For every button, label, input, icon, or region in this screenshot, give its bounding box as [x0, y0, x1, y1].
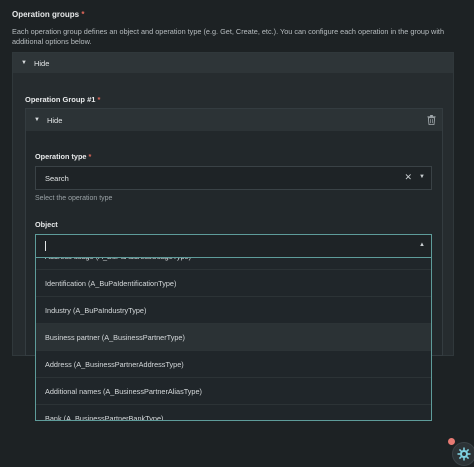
text-cursor	[45, 241, 46, 251]
required-mark: *	[81, 10, 85, 19]
object-option[interactable]: Business partner (A_BusinessPartnerType)	[36, 324, 431, 351]
required-mark: *	[97, 95, 101, 104]
trash-icon[interactable]	[427, 115, 436, 125]
operation-group-label-text: Operation Group #1	[25, 95, 96, 104]
object-option[interactable]: Bank (A_BusinessPartnerBankType)	[36, 405, 431, 421]
section-description: Each operation group defines an object a…	[12, 27, 445, 46]
section-title: Operation groups *	[12, 10, 84, 19]
section-title-text: Operation groups	[12, 10, 80, 19]
chevron-up-icon[interactable]: ▲	[419, 242, 425, 248]
object-option[interactable]: Address usage (A_BuPaAddressUsageType)	[36, 258, 431, 270]
chevron-down-icon[interactable]: ▼	[419, 174, 425, 180]
object-option[interactable]: Additional names (A_BusinessPartnerAlias…	[36, 378, 431, 405]
object-options-list[interactable]: Address usage (A_BuPaAddressUsageType)Id…	[35, 258, 432, 421]
operation-type-value: Search	[45, 173, 69, 183]
operation-type-select[interactable]: Search ✕ ▼	[35, 166, 432, 190]
operation-group-label: Operation Group #1 *	[25, 95, 100, 104]
object-option[interactable]: Industry (A_BuPaIndustryType)	[36, 297, 431, 324]
group-hide-toggle[interactable]: ▼ Hide	[26, 109, 442, 131]
caret-down-icon: ▼	[34, 117, 40, 123]
hide-toggle[interactable]: ▼ Hide	[13, 53, 453, 73]
caret-down-icon: ▼	[21, 60, 27, 66]
object-option[interactable]: Identification (A_BuPaIdentificationType…	[36, 270, 431, 297]
group-hide-toggle-label: Hide	[46, 115, 63, 125]
object-option[interactable]: Address (A_BusinessPartnerAddressType)	[36, 351, 431, 378]
operation-type-helper: Select the operation type	[35, 195, 113, 202]
operation-type-label-text: Operation type	[35, 152, 87, 161]
object-select-input[interactable]: ▲	[35, 234, 432, 258]
notification-dot	[448, 438, 455, 445]
help-bot-icon	[457, 447, 471, 461]
help-button[interactable]	[452, 442, 474, 466]
close-icon[interactable]: ✕	[404, 172, 412, 183]
operation-type-label: Operation type *	[35, 152, 91, 161]
object-label: Object	[35, 220, 58, 229]
required-mark: *	[88, 152, 92, 161]
hide-toggle-label: Hide	[33, 58, 50, 68]
